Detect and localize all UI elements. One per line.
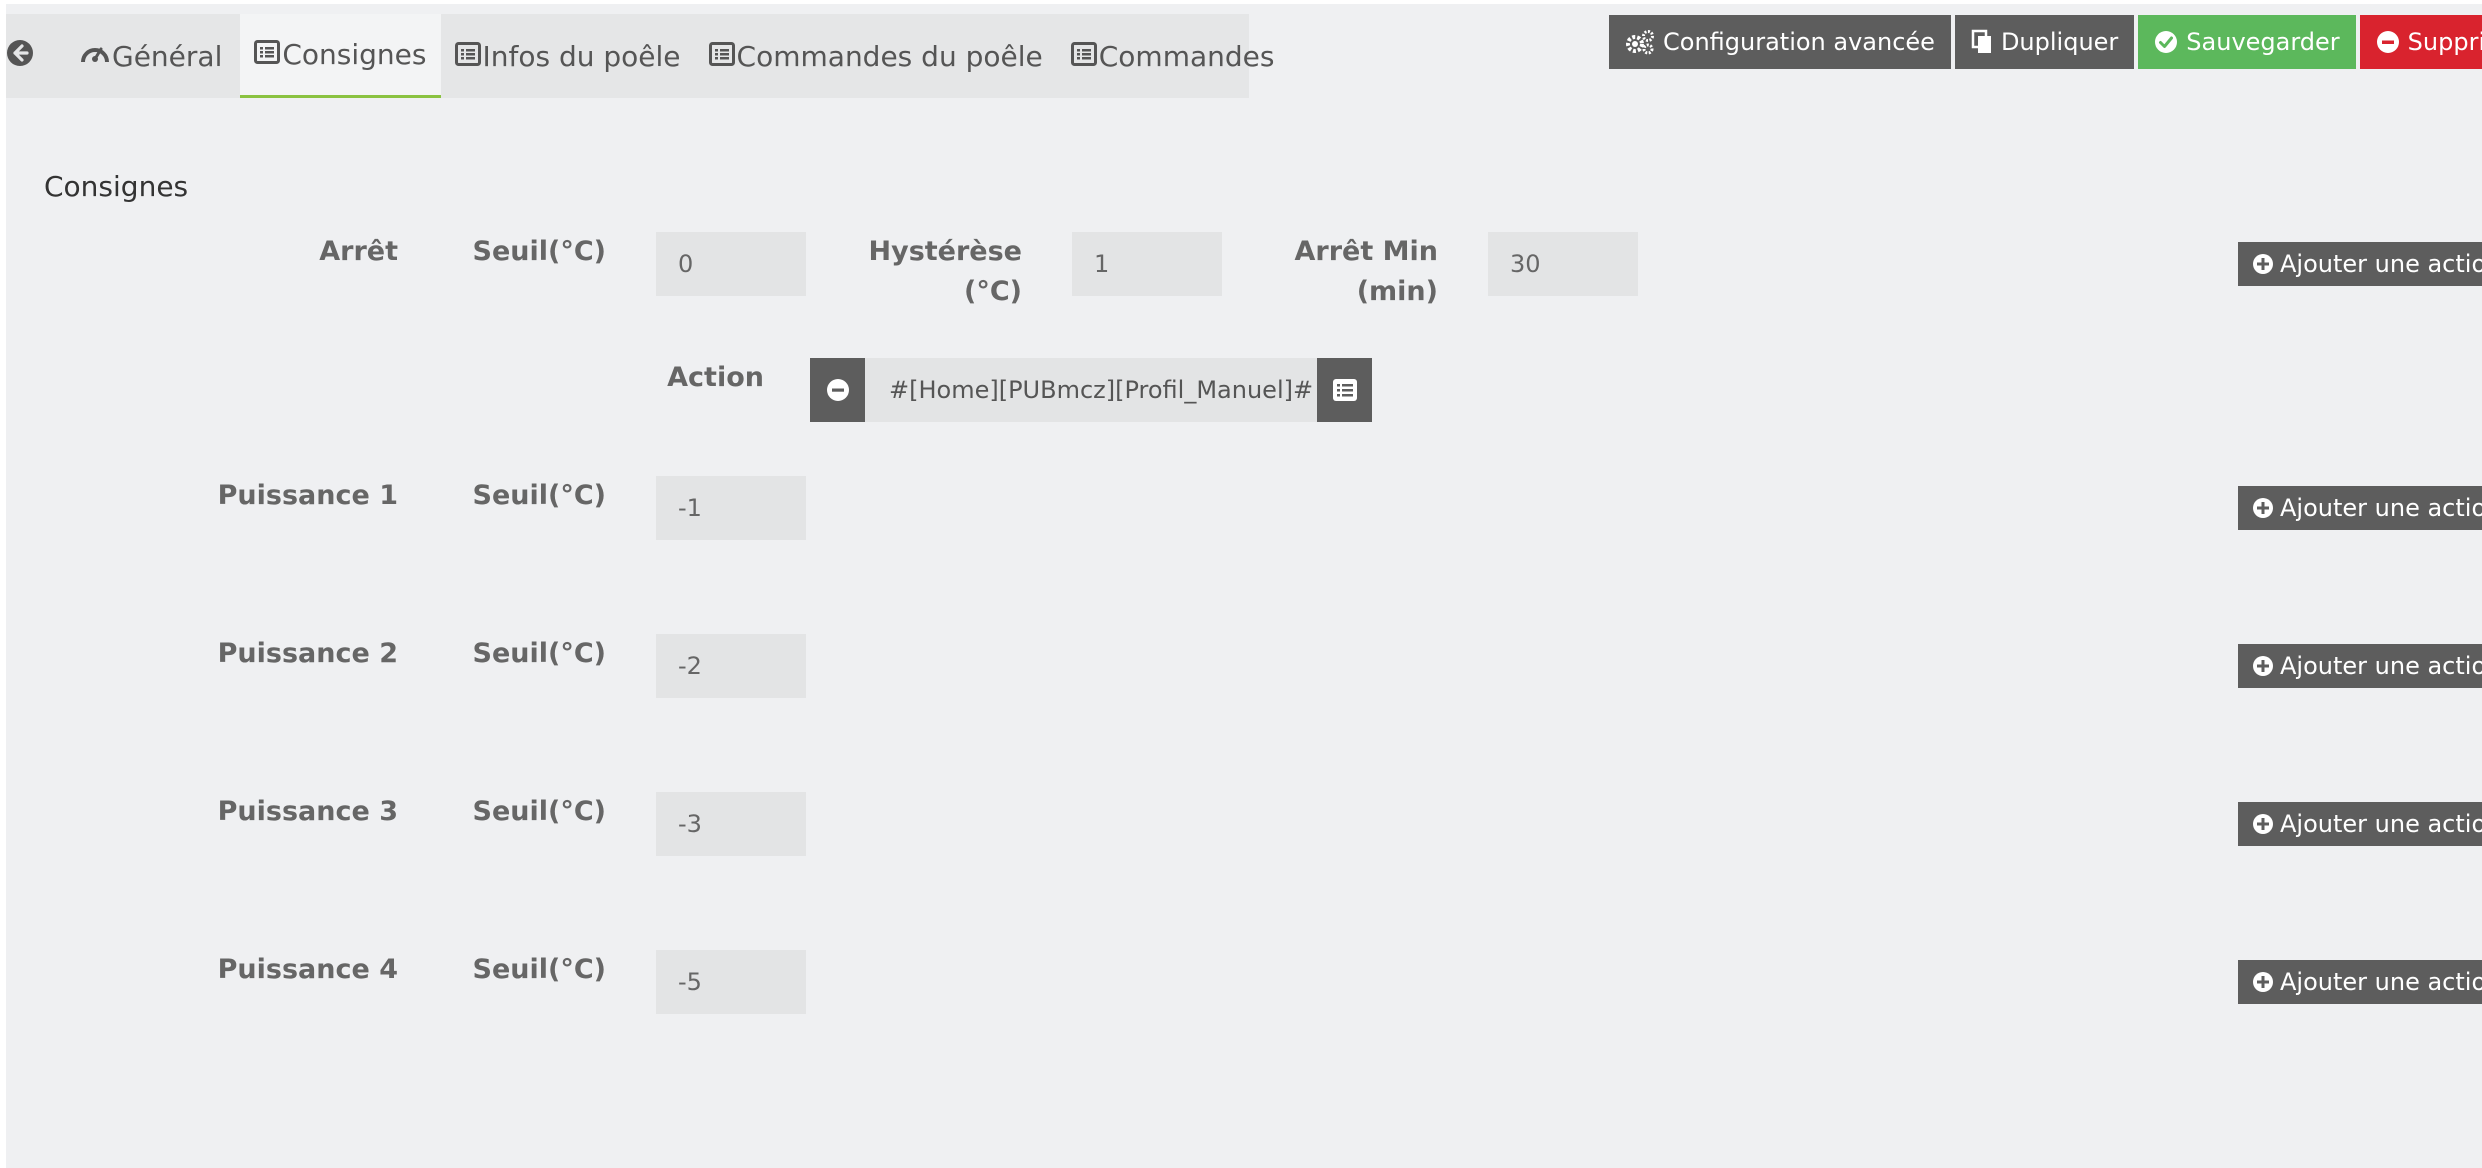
add-action-label: Ajouter une action bbox=[2280, 810, 2482, 838]
tab-general[interactable]: Général bbox=[36, 14, 240, 98]
puissance-4-label: Puissance 4 bbox=[217, 954, 398, 985]
tab-infos-poele[interactable]: Infos du poêle bbox=[441, 14, 695, 98]
hysteresis-label-line2: (°C) bbox=[964, 276, 1022, 307]
action-label: Action bbox=[667, 362, 764, 393]
puissance-4-seuil-label: Seuil(°C) bbox=[472, 954, 606, 985]
remove-action-button[interactable] bbox=[810, 358, 865, 422]
plus-circle-icon bbox=[2252, 813, 2274, 835]
tab-consignes[interactable]: Consignes bbox=[240, 14, 441, 98]
plus-circle-icon bbox=[2252, 971, 2274, 993]
arret-min-label-line2: (min) bbox=[1356, 276, 1438, 307]
tab-general-label: Général bbox=[112, 39, 223, 73]
add-action-button-puissance-1[interactable]: Ajouter une action bbox=[2238, 486, 2482, 530]
list-alt-icon bbox=[1332, 379, 1357, 401]
hysteresis-label-line1: Hystérèse bbox=[868, 236, 1023, 267]
arret-seuil-input[interactable] bbox=[656, 232, 806, 296]
arret-min-label-line1: Arrêt Min bbox=[1294, 236, 1439, 267]
list-alt-icon bbox=[708, 40, 735, 73]
plus-circle-icon bbox=[2252, 253, 2274, 275]
tab-commandes-label: Commandes bbox=[1098, 39, 1275, 73]
copy-icon bbox=[1971, 29, 1993, 55]
save-label: Sauvegarder bbox=[2186, 28, 2340, 56]
delete-button[interactable]: Supprimer bbox=[2359, 15, 2482, 69]
arret-seuil-label: Seuil(°C) bbox=[472, 236, 606, 267]
cogs-icon bbox=[1625, 29, 1655, 55]
add-action-label: Ajouter une action bbox=[2280, 652, 2482, 680]
add-action-button-arret[interactable]: Ajouter une action bbox=[2238, 242, 2482, 286]
tab-bar: Général Consignes Infos du poêle Command… bbox=[6, 14, 1274, 98]
puissance-3-seuil-label: Seuil(°C) bbox=[472, 796, 606, 827]
tab-commandes-poele-label: Commandes du poêle bbox=[736, 39, 1043, 73]
add-action-button-puissance-4[interactable]: Ajouter une action bbox=[2238, 960, 2482, 1004]
list-alt-icon bbox=[1070, 40, 1097, 73]
puissance-1-seuil-label: Seuil(°C) bbox=[472, 480, 606, 511]
puissance-2-label: Puissance 2 bbox=[217, 638, 398, 669]
toolbar: Configuration avancée Dupliquer Sauvegar… bbox=[1609, 15, 2482, 69]
plus-circle-icon bbox=[2252, 497, 2274, 519]
add-action-button-puissance-2[interactable]: Ajouter une action bbox=[2238, 644, 2482, 688]
puissance-2-seuil-input[interactable] bbox=[656, 634, 806, 698]
arret-label: Arrêt bbox=[319, 236, 398, 267]
hysteresis-label: Hystérèse (°C) bbox=[836, 232, 1023, 312]
arrow-circle-left-icon bbox=[6, 39, 34, 74]
section-title: Consignes bbox=[44, 170, 189, 203]
tab-commandes[interactable]: Commandes bbox=[1057, 14, 1289, 98]
tachometer-icon bbox=[80, 40, 110, 73]
list-alt-icon bbox=[454, 40, 481, 73]
arret-min-label: Arrêt Min (min) bbox=[1252, 232, 1439, 312]
advanced-config-label: Configuration avancée bbox=[1663, 28, 1935, 56]
add-action-label: Ajouter une action bbox=[2280, 494, 2482, 522]
puissance-1-seuil-input[interactable] bbox=[656, 476, 806, 540]
minus-circle-icon bbox=[826, 378, 850, 402]
puissance-1-label: Puissance 1 bbox=[217, 480, 398, 511]
check-circle-icon bbox=[2154, 30, 2178, 54]
equipment-config-page: Général Consignes Infos du poêle Command… bbox=[6, 4, 2482, 1168]
tab-infos-poele-label: Infos du poêle bbox=[482, 39, 681, 73]
add-action-label: Ajouter une action bbox=[2280, 250, 2482, 278]
tab-consignes-label: Consignes bbox=[282, 38, 427, 71]
duplicate-button[interactable]: Dupliquer bbox=[1954, 15, 2135, 69]
save-button[interactable]: Sauvegarder bbox=[2138, 15, 2356, 69]
add-action-button-puissance-3[interactable]: Ajouter une action bbox=[2238, 802, 2482, 846]
puissance-2-seuil-label: Seuil(°C) bbox=[472, 638, 606, 669]
select-command-button[interactable] bbox=[1317, 358, 1372, 422]
delete-label: Supprimer bbox=[2407, 28, 2482, 56]
puissance-3-label: Puissance 3 bbox=[217, 796, 398, 827]
arret-min-input[interactable] bbox=[1488, 232, 1638, 296]
duplicate-label: Dupliquer bbox=[2000, 28, 2119, 56]
plus-circle-icon bbox=[2252, 655, 2274, 677]
puissance-4-seuil-input[interactable] bbox=[656, 950, 806, 1014]
action-input-group bbox=[810, 358, 1372, 422]
advanced-config-button[interactable]: Configuration avancée bbox=[1609, 15, 1951, 69]
tab-commandes-poele[interactable]: Commandes du poêle bbox=[695, 14, 1057, 98]
hysteresis-input[interactable] bbox=[1072, 232, 1222, 296]
puissance-3-seuil-input[interactable] bbox=[656, 792, 806, 856]
tab-back[interactable] bbox=[6, 14, 36, 98]
list-alt-icon bbox=[254, 38, 281, 71]
minus-circle-icon bbox=[2376, 30, 2400, 54]
add-action-label: Ajouter une action bbox=[2280, 968, 2482, 996]
action-command-input[interactable] bbox=[865, 358, 1317, 422]
